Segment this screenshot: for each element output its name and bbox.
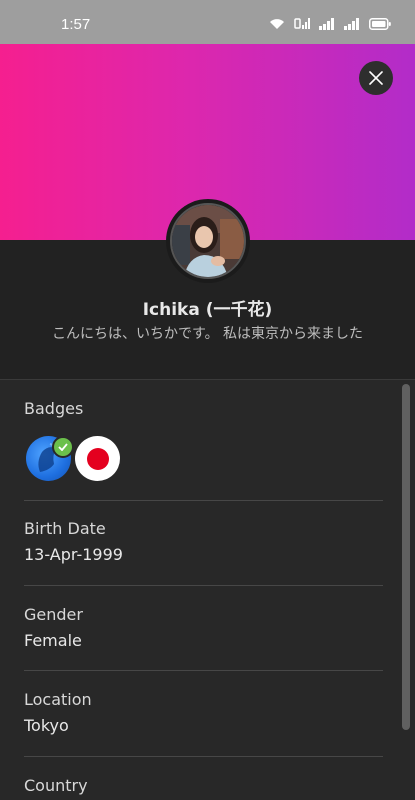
battery-icon [369,17,391,30]
location-value: Tokyo [24,716,69,735]
verified-globe-badge-icon[interactable] [26,436,74,481]
section-divider [24,500,383,501]
birth-date-section: Birth Date 13-Apr-1999 [24,519,383,564]
close-icon [369,71,383,85]
section-divider [24,756,383,757]
signal-icon-2 [344,17,359,30]
badges-section: Badges [24,399,383,418]
section-divider [24,585,383,586]
verified-check-icon [52,436,74,458]
profile-bio: こんにちは、いちかです。 私は東京から来ました [51,326,364,342]
country-section: Country [24,776,383,795]
section-divider [24,670,383,671]
birth-date-value: 13-Apr-1999 [24,545,123,564]
avatar-photo [172,205,244,277]
scrollbar[interactable] [402,384,410,730]
avatar-frame [166,199,250,283]
gender-value: Female [24,631,82,650]
profile-name: Ichika (一千花) [142,300,273,320]
signal-icon [319,17,334,30]
gender-section: Gender Female [24,605,383,650]
close-button[interactable] [359,61,393,95]
location-section: Location Tokyo [24,690,383,735]
badges-row [26,436,120,481]
birth-date-label: Birth Date [24,519,106,538]
japan-flag-badge-icon[interactable] [75,436,120,481]
avatar[interactable] [170,203,246,279]
status-bar: 1:57 [0,0,415,44]
badges-label: Badges [24,399,84,418]
gender-label: Gender [24,605,83,624]
status-time: 1:57 [61,16,91,33]
call-signal-icon [294,18,310,29]
country-label: Country [24,776,88,795]
wifi-icon [270,18,284,29]
japan-flag-circle [86,447,109,470]
location-label: Location [24,690,92,709]
status-icons [269,17,391,30]
